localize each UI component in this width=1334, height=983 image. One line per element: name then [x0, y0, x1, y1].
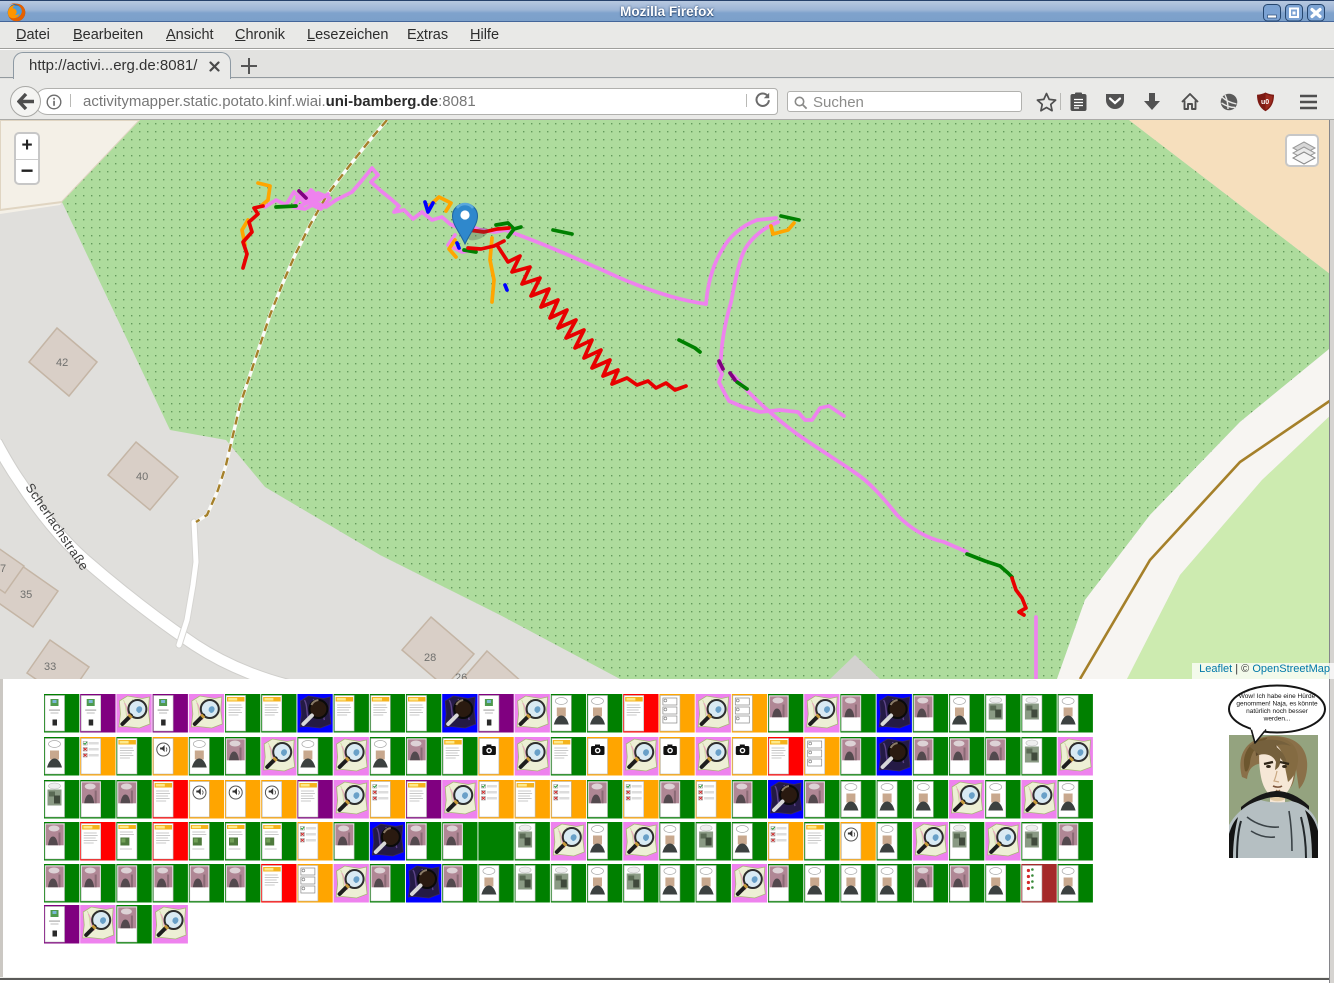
- svg-text:28: 28: [424, 652, 436, 664]
- svg-text:35: 35: [20, 589, 32, 601]
- svg-text:42: 42: [56, 357, 68, 369]
- svg-text:werden...: werden...: [1263, 716, 1291, 723]
- svg-text:33: 33: [44, 661, 56, 673]
- svg-text:natürlich noch besser: natürlich noch besser: [1246, 708, 1309, 715]
- svg-text:40: 40: [136, 471, 148, 483]
- svg-text:7: 7: [0, 563, 6, 575]
- svg-text:genommen! Naja, es könnte: genommen! Naja, es könnte: [1236, 701, 1318, 708]
- svg-text:Wow! Ich habe eine Hürde: Wow! Ich habe eine Hürde: [1239, 693, 1316, 700]
- svg-text:26: 26: [455, 672, 467, 679]
- svg-text:u0: u0: [1261, 99, 1269, 106]
